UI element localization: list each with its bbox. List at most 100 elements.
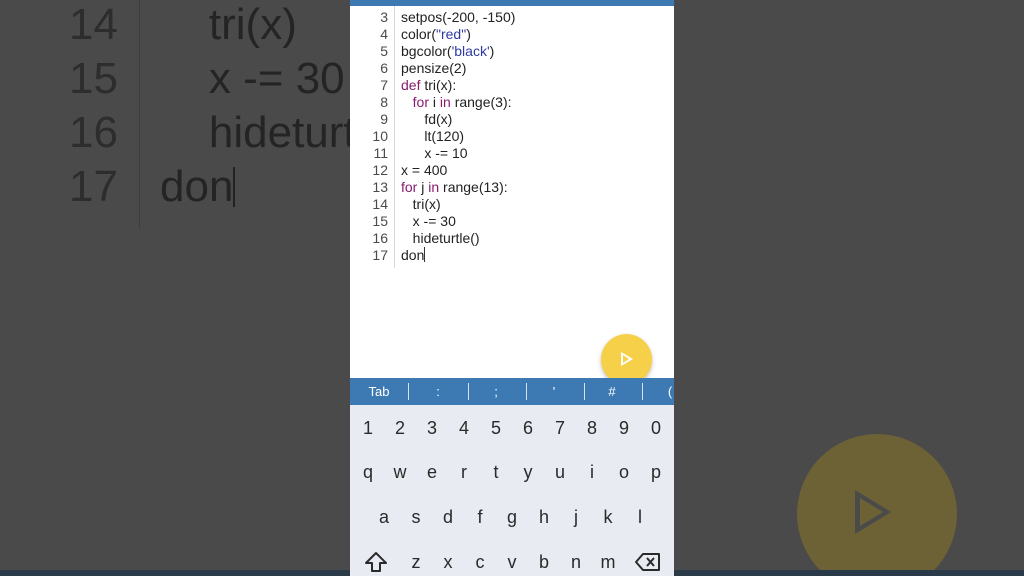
key-n[interactable]: n bbox=[561, 545, 591, 576]
key-0[interactable]: 0 bbox=[641, 411, 671, 445]
extra-key-paren[interactable]: ( bbox=[662, 378, 674, 405]
backspace-icon[interactable] bbox=[635, 553, 661, 571]
code-line[interactable]: 6 pensize(2) bbox=[350, 60, 674, 77]
key-d[interactable]: d bbox=[433, 500, 463, 534]
extra-key-semicolon[interactable]: ; bbox=[472, 378, 520, 405]
bg-play-icon bbox=[855, 490, 891, 534]
bg-play-button bbox=[797, 434, 957, 576]
code-line[interactable]: 15 x -= 30 bbox=[350, 213, 674, 230]
line-number: 12 bbox=[372, 162, 388, 178]
code-editor[interactable]: 3 setpos(-200, -150) 4 color("red") 5 bg… bbox=[350, 6, 674, 378]
line-number: 14 bbox=[372, 196, 388, 212]
key-k[interactable]: k bbox=[593, 500, 623, 534]
line-number: 13 bbox=[372, 179, 388, 195]
key-l[interactable]: l bbox=[625, 500, 655, 534]
line-number: 9 bbox=[380, 111, 388, 127]
key-y[interactable]: y bbox=[513, 455, 543, 489]
key-f[interactable]: f bbox=[465, 500, 495, 534]
bg-line-number: 16 bbox=[69, 108, 118, 157]
line-code: tri(x) bbox=[401, 196, 441, 212]
key-e[interactable]: e bbox=[417, 455, 447, 489]
code-line[interactable]: 7 def tri(x): bbox=[350, 77, 674, 94]
line-code: x -= 10 bbox=[401, 145, 468, 161]
code-text: i bbox=[429, 94, 440, 110]
key-3[interactable]: 3 bbox=[417, 411, 447, 445]
key-t[interactable]: t bbox=[481, 455, 511, 489]
extra-key-quote[interactable]: ' bbox=[530, 378, 578, 405]
key-s[interactable]: s bbox=[401, 500, 431, 534]
extra-key-hash[interactable]: # bbox=[588, 378, 636, 405]
keyword: def bbox=[401, 77, 421, 93]
separator bbox=[584, 383, 585, 400]
line-number: 7 bbox=[380, 77, 388, 93]
key-5[interactable]: 5 bbox=[481, 411, 511, 445]
code-line[interactable]: 12 x = 400 bbox=[350, 162, 674, 179]
key-2[interactable]: 2 bbox=[385, 411, 415, 445]
bg-line-number: 14 bbox=[69, 0, 118, 49]
line-number: 8 bbox=[380, 94, 388, 110]
key-b[interactable]: b bbox=[529, 545, 559, 576]
line-code: def tri(x): bbox=[401, 77, 456, 94]
key-r[interactable]: r bbox=[449, 455, 479, 489]
line-code: for j in range(13): bbox=[401, 179, 508, 196]
code-line[interactable]: 5 bgcolor('black') bbox=[350, 43, 674, 60]
key-4[interactable]: 4 bbox=[449, 411, 479, 445]
shift-icon[interactable] bbox=[364, 551, 388, 573]
line-number: 3 bbox=[380, 9, 388, 25]
key-g[interactable]: g bbox=[497, 500, 527, 534]
key-9[interactable]: 9 bbox=[609, 411, 639, 445]
key-w[interactable]: w bbox=[385, 455, 415, 489]
key-m[interactable]: m bbox=[593, 545, 623, 576]
text-cursor bbox=[424, 247, 426, 262]
separator bbox=[642, 383, 643, 400]
line-code: bgcolor('black') bbox=[401, 43, 494, 60]
key-6[interactable]: 6 bbox=[513, 411, 543, 445]
line-code: setpos(-200, -150) bbox=[401, 9, 516, 25]
code-line[interactable]: 9 fd(x) bbox=[350, 111, 674, 128]
key-i[interactable]: i bbox=[577, 455, 607, 489]
code-line[interactable]: 8 for i in range(3): bbox=[350, 94, 674, 111]
code-text: ) bbox=[466, 26, 471, 42]
separator bbox=[408, 383, 409, 400]
play-icon bbox=[621, 352, 633, 366]
line-number: 11 bbox=[373, 145, 388, 161]
key-x[interactable]: x bbox=[433, 545, 463, 576]
bg-line-code: tri(x) bbox=[160, 0, 297, 49]
code-line[interactable]: 14 tri(x) bbox=[350, 196, 674, 213]
keyword: for bbox=[412, 94, 430, 110]
key-h[interactable]: h bbox=[529, 500, 559, 534]
key-j[interactable]: j bbox=[561, 500, 591, 534]
extra-keys-bar: Tab : ; ' # ( bbox=[350, 378, 674, 405]
key-q[interactable]: q bbox=[353, 455, 383, 489]
line-number: 5 bbox=[380, 43, 388, 59]
key-8[interactable]: 8 bbox=[577, 411, 607, 445]
bg-cursor bbox=[233, 167, 236, 207]
key-7[interactable]: 7 bbox=[545, 411, 575, 445]
key-u[interactable]: u bbox=[545, 455, 575, 489]
code-line[interactable]: 3 setpos(-200, -150) bbox=[350, 9, 674, 26]
code-line[interactable]: 13 for j in range(13): bbox=[350, 179, 674, 196]
code-line[interactable]: 4 color("red") bbox=[350, 26, 674, 43]
key-z[interactable]: z bbox=[401, 545, 431, 576]
code-line[interactable]: 17 don bbox=[350, 247, 674, 264]
extra-key-colon[interactable]: : bbox=[414, 378, 462, 405]
key-p[interactable]: p bbox=[641, 455, 671, 489]
key-1[interactable]: 1 bbox=[353, 411, 383, 445]
code-line[interactable]: 16 hideturtle() bbox=[350, 230, 674, 247]
key-o[interactable]: o bbox=[609, 455, 639, 489]
code-line[interactable]: 10 lt(120) bbox=[350, 128, 674, 145]
key-v[interactable]: v bbox=[497, 545, 527, 576]
key-a[interactable]: a bbox=[369, 500, 399, 534]
line-number: 15 bbox=[372, 213, 388, 229]
key-c[interactable]: c bbox=[465, 545, 495, 576]
extra-key-tab[interactable]: Tab bbox=[356, 378, 402, 405]
code-text: tri(x): bbox=[420, 77, 457, 93]
code-text: range(3): bbox=[450, 94, 512, 110]
line-number: 4 bbox=[380, 26, 388, 42]
string-literal: 'black' bbox=[451, 43, 490, 59]
separator bbox=[468, 383, 469, 400]
code-text: ) bbox=[489, 43, 495, 59]
line-code: x = 400 bbox=[401, 162, 448, 178]
code-line[interactable]: 11 x -= 10 bbox=[350, 145, 674, 162]
bg-line-code: don bbox=[160, 162, 236, 212]
